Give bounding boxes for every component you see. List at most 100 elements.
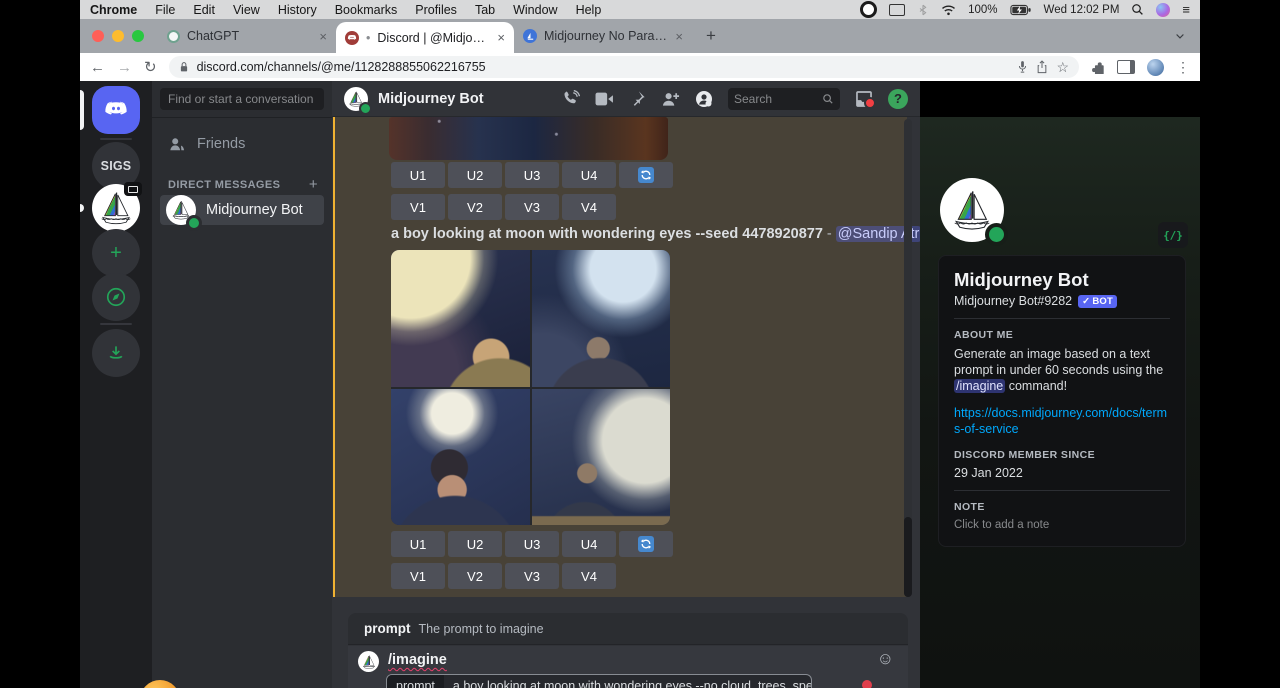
reroll-button[interactable]: [619, 531, 673, 557]
menu-app-name[interactable]: Chrome: [90, 3, 137, 17]
mic-icon[interactable]: [1017, 60, 1028, 74]
scrollbar-thumb[interactable]: [904, 517, 912, 597]
upscale-button-u1[interactable]: U1: [391, 162, 445, 188]
menu-window[interactable]: Window: [513, 3, 557, 17]
variation-button-v4[interactable]: V4: [562, 194, 616, 220]
voice-call-icon[interactable]: [562, 90, 580, 108]
new-tab-button[interactable]: +: [706, 26, 716, 46]
menu-history[interactable]: History: [278, 3, 317, 17]
grid-image-2[interactable]: [532, 250, 671, 387]
menu-view[interactable]: View: [233, 3, 260, 17]
tab-close-icon[interactable]: ×: [675, 29, 683, 44]
wifi-icon[interactable]: [941, 4, 956, 16]
tab-close-icon[interactable]: ×: [497, 30, 505, 45]
option-value-text[interactable]: a boy looking at moon with wondering eye…: [444, 679, 812, 688]
emoji-picker-icon[interactable]: ☺: [877, 650, 894, 667]
menu-bookmarks[interactable]: Bookmarks: [335, 3, 398, 17]
menu-help[interactable]: Help: [576, 3, 602, 17]
upscale-button-u3[interactable]: U3: [505, 531, 559, 557]
user-profile-icon[interactable]: [695, 90, 713, 108]
menu-tab[interactable]: Tab: [475, 3, 495, 17]
add-friend-icon[interactable]: [661, 91, 680, 107]
back-button[interactable]: ←: [90, 59, 105, 76]
upscale-button-u4[interactable]: U4: [562, 162, 616, 188]
pin-icon[interactable]: [629, 90, 646, 107]
tab-close-icon[interactable]: ×: [319, 29, 327, 44]
spotlight-icon[interactable]: [1131, 3, 1144, 16]
address-bar[interactable]: discord.com/channels/@me/112828885506221…: [169, 56, 1079, 78]
grid-image-4[interactable]: [532, 389, 671, 526]
imagine-command-chip[interactable]: /imagine: [954, 379, 1005, 393]
grid-image-3[interactable]: [391, 389, 530, 526]
previous-grid-image-bottom[interactable]: [389, 117, 668, 160]
menu-file[interactable]: File: [155, 3, 175, 17]
menu-profiles[interactable]: Profiles: [415, 3, 457, 17]
divider: [954, 490, 1170, 491]
add-server-button[interactable]: +: [92, 229, 140, 277]
conversation-search-button[interactable]: Find or start a conversation: [160, 88, 324, 110]
upscale-button-u1[interactable]: U1: [391, 531, 445, 557]
terms-of-service-link[interactable]: https://docs.midjourney.com/docs/terms-o…: [954, 405, 1172, 437]
help-button[interactable]: ?: [888, 89, 908, 109]
profile-avatar[interactable]: [940, 178, 1004, 242]
variation-button-v4[interactable]: V4: [562, 563, 616, 589]
zoom-window-button[interactable]: [132, 30, 144, 42]
tab-chatgpt[interactable]: ChatGPT ×: [158, 19, 336, 53]
slash-command-helper: prompt The prompt to imagine: [348, 613, 908, 645]
discord-home-button[interactable]: [92, 86, 140, 134]
midjourney-image-grid[interactable]: [391, 250, 670, 525]
tab-modified-dot: •: [366, 31, 370, 45]
minimize-window-button[interactable]: [112, 30, 124, 42]
slash-command-text[interactable]: /imagine: [388, 652, 447, 668]
dm-item-midjourney-bot[interactable]: Midjourney Bot: [160, 195, 324, 225]
upscale-button-u4[interactable]: U4: [562, 531, 616, 557]
online-status-dot: [359, 102, 372, 115]
close-window-button[interactable]: [92, 30, 104, 42]
variation-button-v1[interactable]: V1: [391, 194, 445, 220]
menubar-clock[interactable]: Wed 12:02 PM: [1044, 4, 1120, 16]
variation-button-v3[interactable]: V3: [505, 563, 559, 589]
display-icon[interactable]: [889, 4, 905, 16]
siri-icon[interactable]: [1156, 3, 1170, 17]
create-dm-icon[interactable]: +: [309, 176, 318, 193]
tab-midjourney-docs[interactable]: Midjourney No Parameter ×: [514, 19, 692, 53]
chrome-profile-avatar[interactable]: [1147, 59, 1164, 76]
variation-button-v1[interactable]: V1: [391, 563, 445, 589]
reload-button[interactable]: ↻: [144, 58, 157, 76]
extensions-puzzle-icon[interactable]: [1091, 60, 1105, 74]
note-placeholder[interactable]: Click to add a note: [954, 519, 1170, 531]
variation-button-v2[interactable]: V2: [448, 194, 502, 220]
video-call-icon[interactable]: [595, 91, 614, 107]
notification-center-icon[interactable]: ≡: [1182, 3, 1190, 16]
menu-edit[interactable]: Edit: [193, 3, 215, 17]
prompt-option-input[interactable]: prompt a boy looking at moon with wonder…: [386, 674, 812, 688]
message-content: a boy looking at moon with wondering eye…: [391, 226, 891, 242]
upscale-button-u2[interactable]: U2: [448, 531, 502, 557]
bookmark-star-icon[interactable]: ☆: [1056, 59, 1069, 76]
chrome-navbar: ← → ↻ discord.com/channels/@me/112828885…: [80, 53, 1200, 81]
chat-scrollbar[interactable]: [904, 119, 912, 597]
inbox-button[interactable]: [855, 91, 873, 107]
screen-record-icon[interactable]: [860, 1, 877, 18]
remove-option-icon[interactable]: [862, 680, 872, 688]
chat-search-input[interactable]: Search: [728, 88, 840, 110]
tab-discord-active[interactable]: • Discord | @Midjourney Bot ×: [336, 22, 514, 53]
sidebar-item-friends[interactable]: Friends: [160, 130, 324, 158]
option-name: prompt: [364, 621, 411, 636]
chrome-menu-icon[interactable]: ⋮: [1176, 59, 1190, 76]
share-icon[interactable]: [1036, 60, 1048, 74]
upscale-button-u3[interactable]: U3: [505, 162, 559, 188]
member-since-value: 29 Jan 2022: [954, 466, 1170, 480]
bluetooth-icon[interactable]: [917, 3, 929, 17]
explore-servers-button[interactable]: [92, 273, 140, 321]
reroll-button[interactable]: [619, 162, 673, 188]
tab-search-chevron-icon[interactable]: [1174, 30, 1186, 42]
side-panel-icon[interactable]: [1117, 60, 1135, 74]
variation-button-v3[interactable]: V3: [505, 194, 559, 220]
url-text[interactable]: discord.com/channels/@me/112828885506221…: [197, 60, 1010, 74]
variation-button-v2[interactable]: V2: [448, 563, 502, 589]
upscale-button-u2[interactable]: U2: [448, 162, 502, 188]
download-apps-button[interactable]: [92, 329, 140, 377]
forward-button[interactable]: →: [117, 59, 132, 76]
grid-image-1[interactable]: [391, 250, 530, 387]
